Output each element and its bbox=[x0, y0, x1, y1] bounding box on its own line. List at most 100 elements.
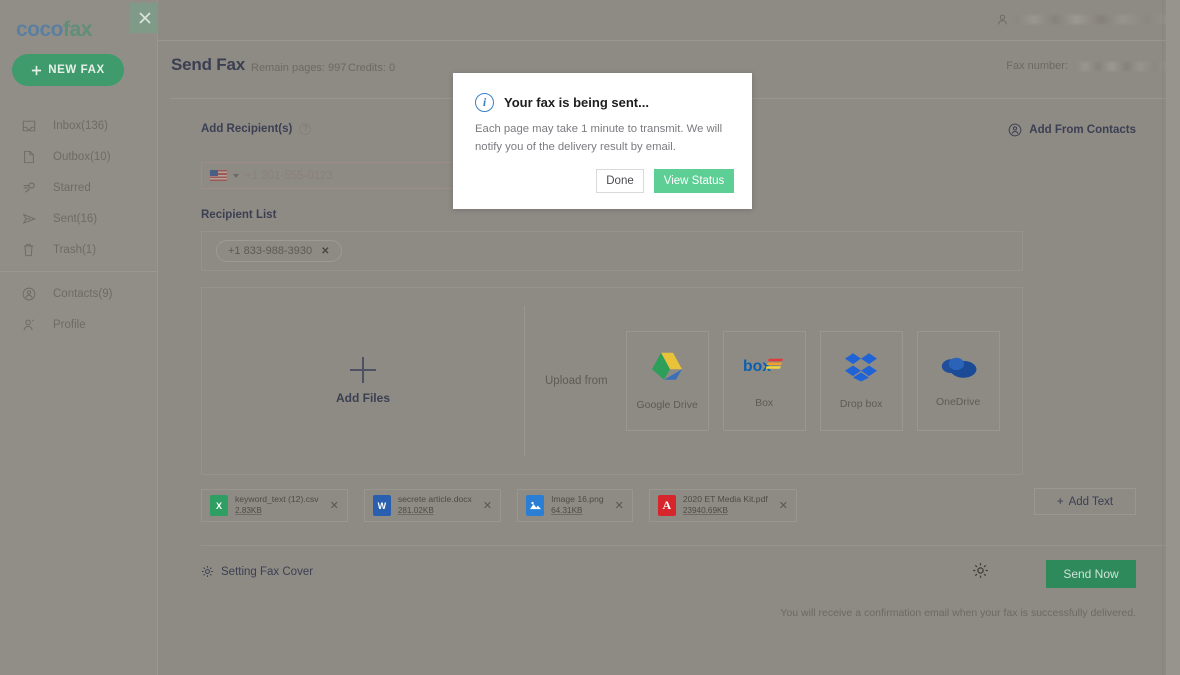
add-files-label: Add Files bbox=[336, 391, 390, 405]
done-button[interactable]: Done bbox=[596, 169, 644, 193]
dropbox-icon bbox=[845, 352, 877, 382]
dialog-title: Your fax is being sent... bbox=[504, 95, 649, 110]
csv-file-icon: X bbox=[210, 495, 228, 516]
sidebar-nav: Inbox(136) Outbox(10) Starred Sent(16) bbox=[0, 110, 158, 340]
credits-count: Credits: 0 bbox=[348, 62, 395, 74]
fax-number-label: Fax number: bbox=[1006, 60, 1068, 72]
sidebar-item-outbox[interactable]: Outbox(10) bbox=[0, 141, 158, 172]
contacts-icon bbox=[22, 286, 42, 302]
file-chip[interactable]: W secrete article.docx 281.02KB ✕ bbox=[364, 489, 501, 522]
attached-files-list: X keyword_text (12).csv 2.83KB ✕ W secre… bbox=[201, 489, 797, 522]
app-root: cocofax NEW FAX Inbox(136) bbox=[0, 0, 1180, 675]
file-name: keyword_text (12).csv bbox=[235, 495, 319, 505]
cloud-provider-label: OneDrive bbox=[936, 396, 980, 408]
help-icon[interactable]: ? bbox=[299, 123, 311, 135]
contacts-icon bbox=[1008, 123, 1022, 137]
recipient-chip-number: +1 833-988-3930 bbox=[228, 245, 312, 257]
upload-panel: Add Files Upload from Google Drive bbox=[201, 287, 1023, 475]
fax-number-redacted bbox=[1074, 62, 1168, 71]
bottom-divider bbox=[201, 545, 1179, 546]
chevron-down-icon[interactable] bbox=[233, 174, 239, 178]
account-menu[interactable] bbox=[996, 13, 1168, 26]
setting-fax-cover-label: Setting Fax Cover bbox=[221, 566, 313, 578]
file-size: 23940.69KB bbox=[683, 506, 768, 515]
logo-text-first: coco bbox=[16, 18, 63, 41]
file-name: secrete article.docx bbox=[398, 495, 472, 505]
plus-icon bbox=[31, 65, 42, 76]
info-icon: i bbox=[475, 93, 494, 112]
person-icon bbox=[22, 317, 42, 333]
plus-icon bbox=[350, 357, 376, 383]
add-recipients-label: Add Recipient(s) bbox=[201, 123, 292, 135]
sidebar-item-sent[interactable]: Sent(16) bbox=[0, 203, 158, 234]
gear-icon bbox=[972, 562, 989, 579]
logo-text-second: fax bbox=[63, 18, 92, 41]
box-icon: box bbox=[743, 353, 785, 381]
recipient-phone-placeholder: +1 201-555-0123 bbox=[245, 170, 333, 182]
gear-icon bbox=[201, 565, 214, 578]
add-text-label: Add Text bbox=[1069, 496, 1114, 508]
inbox-icon bbox=[22, 118, 42, 134]
sidebar-item-contacts[interactable]: Contacts(9) bbox=[0, 278, 158, 309]
add-from-contacts-label: Add From Contacts bbox=[1029, 124, 1136, 136]
person-icon bbox=[996, 13, 1009, 26]
file-chip[interactable]: Image 16.png 64.31KB ✕ bbox=[517, 489, 633, 522]
add-files-dropzone[interactable]: Add Files bbox=[202, 288, 524, 474]
file-info: Image 16.png 64.31KB bbox=[551, 495, 604, 515]
file-size: 2.83KB bbox=[235, 506, 319, 515]
close-icon[interactable]: ✕ bbox=[321, 246, 329, 257]
close-icon[interactable]: ✕ bbox=[483, 499, 492, 512]
pdf-file-icon: A bbox=[658, 495, 676, 516]
paper-plane-icon bbox=[22, 211, 42, 227]
remain-pages: Remain pages: 997 bbox=[251, 62, 346, 74]
plus-icon: + bbox=[1057, 496, 1064, 508]
send-now-button[interactable]: Send Now bbox=[1046, 560, 1136, 588]
recipient-list-label-row: Recipient List bbox=[201, 209, 276, 221]
sidebar-item-label: Sent(16) bbox=[53, 213, 97, 225]
close-icon[interactable]: ✕ bbox=[330, 499, 339, 512]
add-recipients-label-row: Add Recipient(s) ? bbox=[201, 123, 311, 135]
view-status-button[interactable]: View Status bbox=[654, 169, 734, 193]
cloud-provider-label: Google Drive bbox=[637, 399, 698, 411]
file-info: 2020 ET Media Kit.pdf 23940.69KB bbox=[683, 495, 768, 515]
cloud-upload-area: Upload from Google Drive box bbox=[525, 288, 1022, 474]
file-name: Image 16.png bbox=[551, 495, 604, 505]
sidebar-item-inbox[interactable]: Inbox(136) bbox=[0, 110, 158, 141]
close-icon[interactable] bbox=[130, 3, 160, 33]
file-info: secrete article.docx 281.02KB bbox=[398, 495, 472, 515]
document-icon bbox=[22, 149, 42, 165]
sidebar-item-profile[interactable]: Profile bbox=[0, 309, 158, 340]
sidebar-item-label: Inbox(136) bbox=[53, 120, 108, 132]
cloud-provider-label: Box bbox=[755, 397, 773, 409]
file-chip[interactable]: X keyword_text (12).csv 2.83KB ✕ bbox=[201, 489, 348, 522]
sidebar-item-label: Profile bbox=[53, 319, 86, 331]
fax-settings-button[interactable] bbox=[972, 562, 989, 584]
file-chip[interactable]: A 2020 ET Media Kit.pdf 23940.69KB ✕ bbox=[649, 489, 797, 522]
sidebar-item-starred[interactable]: Starred bbox=[0, 172, 158, 203]
file-info: keyword_text (12).csv 2.83KB bbox=[235, 495, 319, 515]
trash-icon bbox=[22, 242, 42, 258]
dialog-actions: Done View Status bbox=[596, 169, 734, 193]
close-icon[interactable]: ✕ bbox=[779, 499, 788, 512]
cloud-provider-onedrive[interactable]: OneDrive bbox=[917, 331, 1000, 431]
sidebar-item-trash[interactable]: Trash(1) bbox=[0, 234, 158, 265]
fax-number: Fax number: bbox=[1006, 60, 1168, 72]
scrollbar[interactable] bbox=[1166, 0, 1180, 675]
recipient-list-box: +1 833-988-3930 ✕ bbox=[201, 231, 1023, 271]
sidebar-item-label: Trash(1) bbox=[53, 244, 96, 256]
new-fax-button[interactable]: NEW FAX bbox=[12, 54, 124, 86]
cloud-provider-google-drive[interactable]: Google Drive bbox=[626, 331, 709, 431]
sidebar-item-label: Starred bbox=[53, 182, 91, 194]
star-icon bbox=[22, 180, 42, 196]
recipient-chip[interactable]: +1 833-988-3930 ✕ bbox=[216, 240, 342, 262]
file-size: 64.31KB bbox=[551, 506, 604, 515]
google-drive-icon bbox=[649, 351, 685, 383]
close-icon[interactable]: ✕ bbox=[615, 499, 624, 512]
setting-fax-cover-button[interactable]: Setting Fax Cover bbox=[201, 565, 313, 578]
add-text-button[interactable]: + Add Text bbox=[1034, 488, 1136, 515]
onedrive-icon bbox=[938, 354, 978, 380]
add-from-contacts-button[interactable]: Add From Contacts bbox=[1008, 123, 1136, 137]
cloud-provider-dropbox[interactable]: Drop box bbox=[820, 331, 903, 431]
cloud-provider-box[interactable]: box Box bbox=[723, 331, 806, 431]
sidebar: cocofax NEW FAX Inbox(136) bbox=[0, 0, 158, 675]
